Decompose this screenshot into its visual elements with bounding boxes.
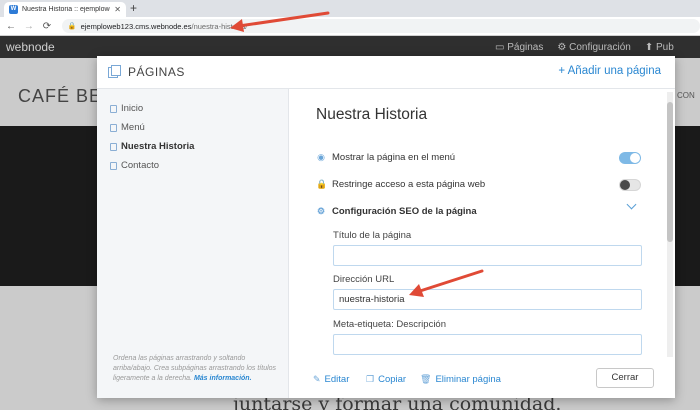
show-in-menu-label: Mostrar la página en el menú xyxy=(332,152,456,163)
url-text: ejemploweb123.cms.webnode.es/nuestra-his… xyxy=(81,22,248,31)
back-arrow-icon[interactable]: ← xyxy=(4,21,18,32)
pages-modal: PÁGINAS + Añadir una página Inicio Menú … xyxy=(97,56,675,398)
restrict-access-label: Restringe acceso a esta página web xyxy=(332,179,486,190)
gear-icon: ⚙ xyxy=(316,206,326,216)
tab-title: Nuestra Historia :: ejemploweb1 xyxy=(22,6,110,13)
edit-button[interactable]: ✎ Editar xyxy=(313,374,349,385)
seo-settings-row[interactable]: ⚙ Configuración SEO de la página xyxy=(316,206,477,217)
url-host: ejemploweb123.cms.webnode.es xyxy=(80,21,192,31)
toggle-knob xyxy=(620,180,630,190)
restrict-access-toggle[interactable] xyxy=(619,179,641,191)
page-icon xyxy=(110,123,117,132)
page-title: Nuestra Historia xyxy=(316,106,428,123)
modal-title: PÁGINAS xyxy=(128,65,185,79)
title-field-label: Título de la página xyxy=(333,230,412,241)
pages-icon xyxy=(108,65,121,78)
sidebar-help-text: Ordena las páginas arrastrando y soltand… xyxy=(113,354,285,384)
sidebar-item-nuestra-historia[interactable]: Nuestra Historia xyxy=(110,141,194,152)
edit-icon: ✎ xyxy=(313,374,321,384)
edit-label: Editar xyxy=(324,374,350,385)
site-nav-fragment: CON xyxy=(677,91,695,100)
meta-desc-label: Meta-etiqueta: Descripción xyxy=(333,319,446,330)
chevron-down-icon[interactable] xyxy=(626,199,637,210)
browser-tab[interactable]: W Nuestra Historia :: ejemploweb1 ✕ xyxy=(4,2,126,17)
close-button[interactable]: Cerrar xyxy=(596,368,654,388)
header-link-pages-label: Páginas xyxy=(507,42,544,53)
delete-page-button[interactable]: 🗑 Eliminar página xyxy=(420,374,501,385)
header-link-publish[interactable]: ⬆ Pub xyxy=(645,42,674,53)
more-info-link[interactable]: Más información. xyxy=(194,375,252,382)
home-icon xyxy=(110,104,117,113)
new-tab-button[interactable]: + xyxy=(130,1,137,15)
close-tab-icon[interactable]: ✕ xyxy=(114,5,121,14)
forward-arrow-icon[interactable]: → xyxy=(22,21,36,32)
show-in-menu-row: ◉ Mostrar la página en el menú xyxy=(316,152,455,163)
scrollbar[interactable] xyxy=(667,92,673,357)
browser-tabbar: W Nuestra Historia :: ejemploweb1 ✕ + xyxy=(0,0,700,17)
copy-button[interactable]: ❐ Copiar xyxy=(366,374,406,385)
annotation-arrow-url xyxy=(230,11,330,32)
toggle-knob xyxy=(630,153,640,163)
copy-icon: ❐ xyxy=(366,374,375,384)
seo-settings-label: Configuración SEO de la página xyxy=(332,206,477,217)
header-link-publish-label: Pub xyxy=(656,42,674,53)
lock-icon: 🔒 xyxy=(67,23,77,30)
trash-icon: 🗑 xyxy=(420,374,432,384)
sidebar-item-label: Nuestra Historia xyxy=(121,141,195,152)
sidebar-item-menu[interactable]: Menú xyxy=(110,122,145,133)
url-field-label: Dirección URL xyxy=(333,274,395,285)
annotation-arrow-field xyxy=(409,269,484,297)
scrollbar-thumb[interactable] xyxy=(667,102,673,242)
header-link-settings-label: Configuración xyxy=(569,42,631,53)
modal-footer: ✎ Editar ❐ Copiar 🗑 Eliminar página Cerr… xyxy=(290,359,675,398)
reload-icon[interactable]: ⟳ xyxy=(40,21,54,32)
sidebar-item-label: Contacto xyxy=(121,160,160,171)
delete-label: Eliminar página xyxy=(435,374,501,385)
webnode-header: webnode ▭ Páginas ⚙ Configuración ⬆ Pub xyxy=(0,36,700,58)
eye-icon: ◉ xyxy=(317,152,325,162)
page-icon xyxy=(110,161,117,170)
webnode-favicon-icon: W xyxy=(9,5,18,14)
add-page-button[interactable]: + Añadir una página xyxy=(558,65,661,77)
sidebar-item-contacto[interactable]: Contacto xyxy=(110,160,159,171)
webnode-logo: webnode xyxy=(6,40,55,54)
address-bar: ← → ⟳ 🔒 ejemploweb123.cms.webnode.es/nue… xyxy=(0,17,700,36)
header-link-settings[interactable]: ⚙ Configuración xyxy=(557,42,630,53)
copy-label: Copiar xyxy=(378,374,407,385)
header-link-pages[interactable]: ▭ Páginas xyxy=(495,42,543,53)
lock-icon: 🔒 xyxy=(316,179,328,189)
restrict-access-row: 🔒 Restringe acceso a esta página web xyxy=(316,179,485,190)
show-in-menu-toggle[interactable] xyxy=(619,152,641,164)
sidebar-item-label: Inicio xyxy=(121,103,144,114)
meta-description-input[interactable] xyxy=(333,334,642,355)
page-icon xyxy=(110,142,117,151)
page-title-input[interactable] xyxy=(333,245,642,266)
site-title: CAFÉ BE xyxy=(18,86,103,106)
sidebar-item-inicio[interactable]: Inicio xyxy=(110,103,143,114)
pages-sidebar: Inicio Menú Nuestra Historia Contacto Or… xyxy=(97,89,289,398)
url-field[interactable]: 🔒 ejemploweb123.cms.webnode.es/nuestra-h… xyxy=(61,19,700,33)
modal-header: PÁGINAS + Añadir una página xyxy=(97,56,675,89)
header-links: ▭ Páginas ⚙ Configuración ⬆ Pub xyxy=(495,42,674,53)
page-settings-panel: Nuestra Historia ◉ Mostrar la página en … xyxy=(290,89,664,359)
sidebar-item-label: Menú xyxy=(121,122,145,133)
